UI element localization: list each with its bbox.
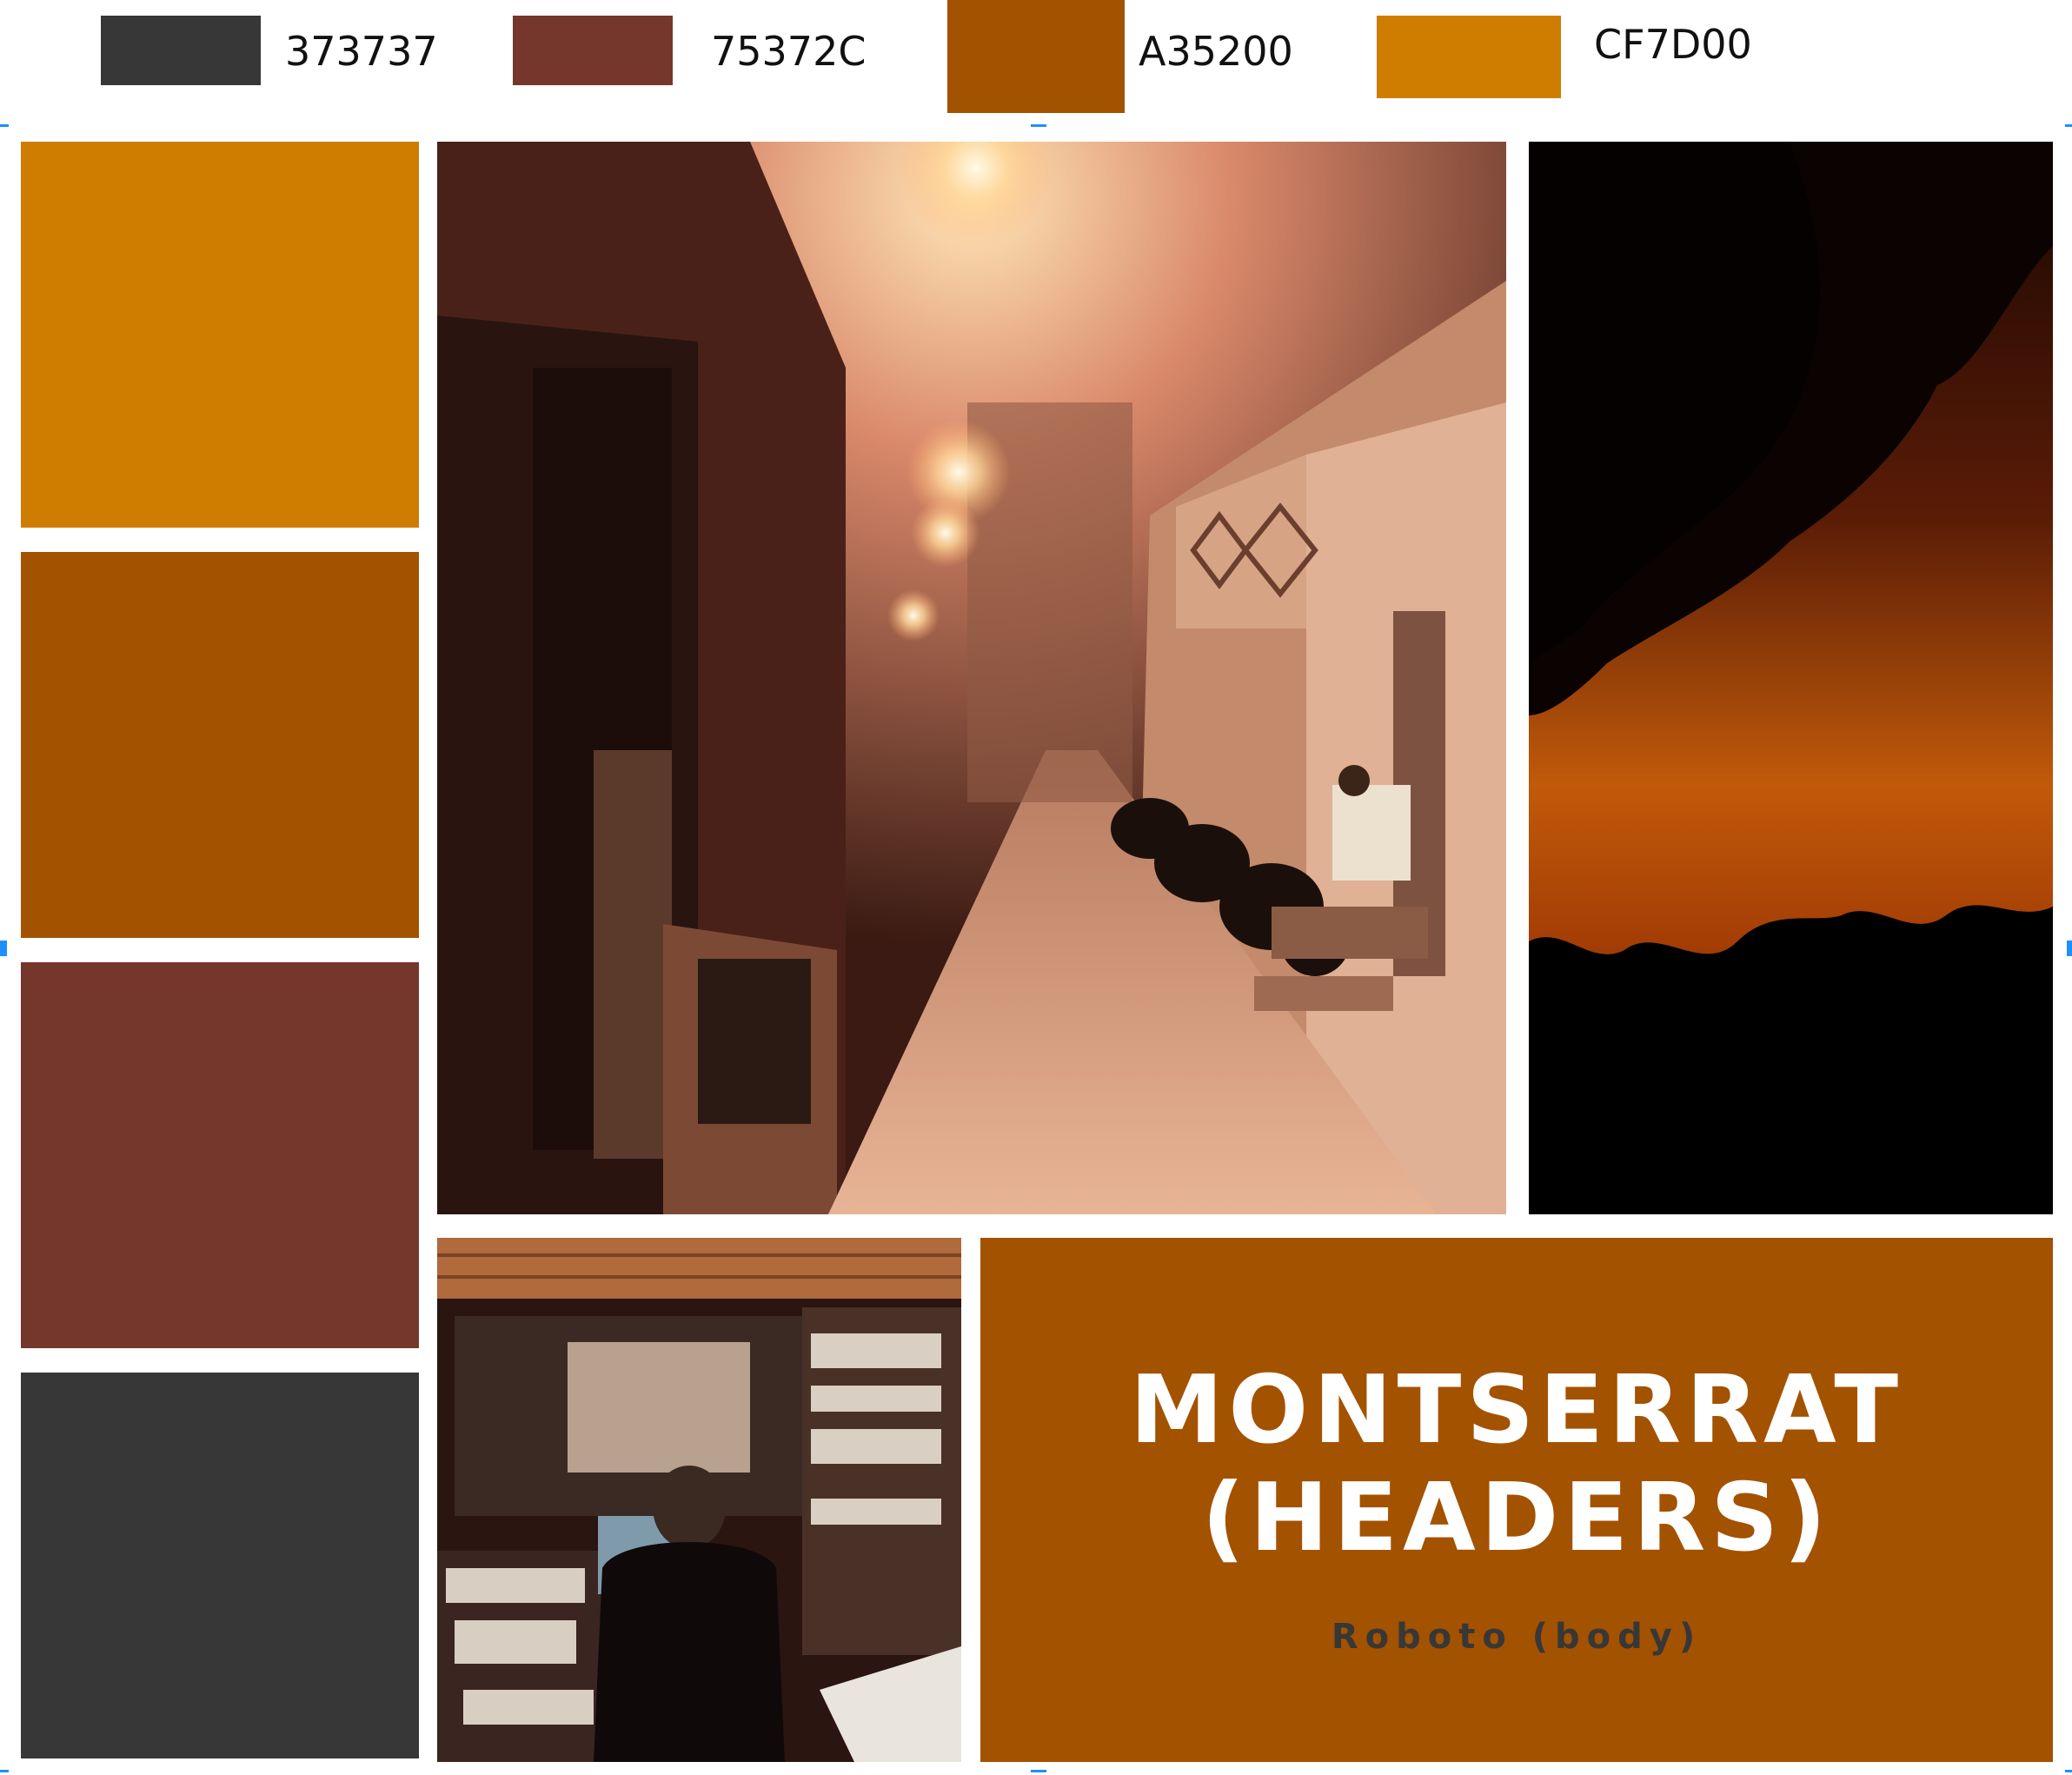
swatch-color-cf7d00 [1377,16,1561,98]
swatch-label-75372c: 75372C [711,28,867,75]
selection-handle[interactable] [1031,1770,1046,1772]
swatch-color-75372c [513,16,673,85]
swatch-color-a35200 [947,0,1125,113]
swatch-label-a35200: A35200 [1139,28,1293,75]
color-tile-a35200 [21,552,419,938]
color-tile-373737 [21,1373,419,1758]
street-night-photo [437,142,1506,1214]
selection-handle[interactable] [2065,124,2072,127]
body-font-sample: Roboto (body) [1331,1617,1703,1657]
selection-handle[interactable] [0,1770,9,1772]
header-font-title: MONTSERRAT [1129,1356,1904,1465]
typography-card: MONTSERRAT (HEADERS) Roboto (body) [980,1238,2053,1762]
color-tile-cf7d00 [21,142,419,528]
swatch-label-cf7d00: CF7D00 [1594,21,1752,68]
header-font-subtitle: (HEADERS) [1201,1464,1832,1572]
selection-handle[interactable] [0,124,9,127]
selection-handle[interactable] [2067,941,2072,956]
swatch-color-373737 [101,16,261,85]
color-tile-75372c [21,962,419,1348]
sunset-tree-photo [1529,142,2053,1214]
recording-studio-photo [437,1238,961,1762]
selection-handle[interactable] [2065,1770,2072,1772]
selection-handle[interactable] [1031,124,1046,127]
selection-handle[interactable] [0,941,7,956]
swatch-label-373737: 373737 [285,28,438,75]
